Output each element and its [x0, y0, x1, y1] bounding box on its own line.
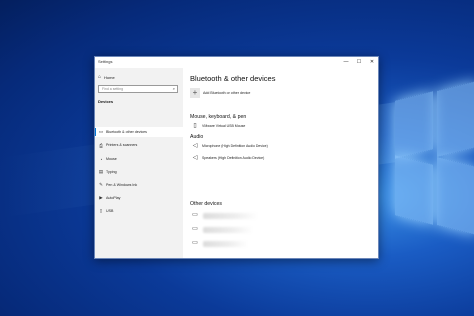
add-device-label: Add Bluetooth or other device: [203, 91, 251, 95]
section-mouse-keyboard-pen: Mouse, keyboard, & pen: [190, 114, 247, 120]
redacted-device-name: [203, 241, 248, 247]
sidebar-item-printers[interactable]: ⎙ Printers & scanners: [95, 140, 183, 150]
sidebar-item-label: Typing: [106, 170, 117, 174]
device-row[interactable]: ▯ VMware Virtual USB Mouse: [190, 122, 245, 129]
maximize-button[interactable]: ☐: [353, 58, 365, 66]
device-row[interactable]: ◁ Speakers (High Definition Audio Device…: [190, 154, 265, 161]
sidebar-item-label: Mouse: [106, 157, 117, 161]
printer-icon: ⎙: [99, 142, 103, 148]
device-row[interactable]: ◁ Microphone (High Definition Audio Devi…: [190, 142, 268, 149]
bluetooth-icon: ▭: [98, 129, 104, 134]
sidebar-item-pen[interactable]: ✎ Pen & Windows Ink: [95, 180, 183, 190]
window-title: Settings: [98, 59, 113, 64]
sidebar: ⌂ Home Find a setting ⌕ Devices ▭ Blueto…: [95, 68, 183, 258]
content-pane: Bluetooth & other devices + Add Bluetoot…: [183, 68, 378, 258]
pen-icon: ✎: [99, 182, 103, 187]
keyboard-icon: ▤: [98, 169, 104, 174]
device-name: VMware Virtual USB Mouse: [202, 123, 246, 128]
sidebar-item-label: USB: [106, 209, 114, 213]
device-name: Microphone (High Definition Audio Device…: [202, 143, 268, 148]
minimize-button[interactable]: —: [340, 58, 352, 66]
redacted-device-name: [203, 213, 258, 219]
sidebar-section-title: Devices: [98, 99, 114, 104]
section-audio: Audio: [190, 134, 204, 140]
monitor-icon: ▭: [192, 240, 198, 246]
mouse-icon: ◔: [99, 156, 103, 162]
usb-icon: ▯: [99, 208, 103, 213]
home-label: Home: [104, 74, 115, 80]
device-row[interactable]: ▭: [190, 211, 202, 218]
add-device-button[interactable]: + Add Bluetooth or other device: [190, 88, 250, 98]
redacted-device-name: [203, 227, 253, 233]
speaker-icon: ◁: [192, 143, 198, 149]
sidebar-item-usb[interactable]: ▯ USB: [95, 206, 183, 216]
plus-icon: +: [190, 88, 200, 98]
sidebar-item-label: AutoPlay: [106, 196, 121, 200]
search-icon: ⌕: [172, 86, 175, 91]
home-icon: ⌂: [98, 74, 102, 80]
device-row[interactable]: ▭: [190, 239, 202, 246]
speaker-icon: ◁: [192, 155, 198, 161]
device-row[interactable]: ▭: [190, 225, 202, 232]
mouse-icon: ▯: [193, 123, 197, 129]
page-title: Bluetooth & other devices: [190, 74, 276, 83]
home-link[interactable]: ⌂ Home: [98, 74, 115, 80]
sidebar-item-label: Printers & scanners: [106, 143, 138, 147]
monitor-icon: ▭: [192, 226, 198, 232]
search-input[interactable]: Find a setting ⌕: [98, 85, 178, 93]
sidebar-item-typing[interactable]: ▤ Typing: [95, 167, 183, 177]
autoplay-icon: ▶: [99, 195, 103, 200]
sidebar-item-label: Bluetooth & other devices: [106, 130, 147, 134]
sidebar-item-mouse[interactable]: ◔ Mouse: [95, 154, 183, 164]
close-button[interactable]: ✕: [366, 58, 378, 66]
windows-logo: [395, 78, 474, 278]
sidebar-item-label: Pen & Windows Ink: [106, 183, 138, 187]
device-name: Speakers (High Definition Audio Device): [202, 155, 265, 160]
section-other-devices: Other devices: [190, 201, 223, 207]
monitor-icon: ▭: [192, 212, 198, 218]
sidebar-item-autoplay[interactable]: ▶ AutoPlay: [95, 193, 183, 203]
search-placeholder: Find a setting: [102, 87, 124, 91]
settings-window: Settings — ☐ ✕ ⌂ Home Find a setting ⌕ D…: [94, 56, 379, 259]
title-bar[interactable]: Settings — ☐ ✕: [95, 57, 378, 68]
sidebar-item-bluetooth[interactable]: ▭ Bluetooth & other devices: [95, 127, 183, 137]
